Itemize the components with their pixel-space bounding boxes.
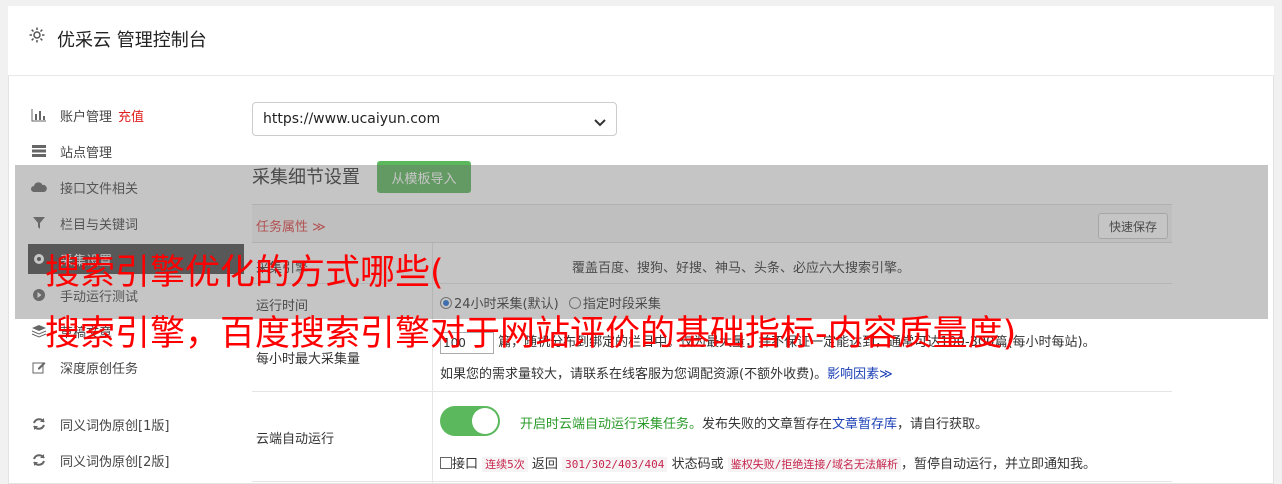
row-divider [252,481,1172,482]
gear-icon [28,26,46,44]
max-count-note: 如果您的需求量较大，请联系在线客服为您调配资源(不额外收费)。 [440,367,828,382]
row-divider [252,391,1172,392]
notify-text-a: 接口 [452,457,479,472]
notify-code-2: 301/302/403/404 [562,457,668,472]
sidebar-item-label: 深度原创任务 [60,361,139,377]
notify-code-3: 鉴权失败/拒绝连接/域名无法解析 [727,457,901,472]
max-count-line2: 如果您的需求量较大，请联系在线客服为您调配资源(不额外收费)。影响因素≫ [440,363,893,382]
sidebar-item-label: 账户管理 [60,109,113,125]
server-icon [30,143,48,159]
notify-code-1: 连续5次 [482,457,528,472]
chevron-down-icon [594,115,606,131]
sidebar-item-sites[interactable]: 站点管理 [30,137,230,165]
recharge-link[interactable]: 充值 [118,106,144,125]
sidebar-item-synonym-v1[interactable]: 同义词伪原创[1版] [30,410,230,438]
cloud-run-label: 云端自动运行 [256,432,335,447]
overlay-banner [15,165,1268,319]
sidebar-item-label: 站点管理 [60,145,113,161]
sidebar-item-label: 同义词伪原创[2版] [60,454,170,470]
cloud-run-end-text: ，请自行获取。 [897,417,989,432]
console-header: 优采云 管理控制台 [8,6,1274,76]
notify-checkbox[interactable] [440,457,452,469]
edit-icon [30,359,48,375]
article-storage-link[interactable]: 文章暂存库 [832,417,897,432]
cloud-run-line2: 接口 连续5次 返回 301/302/403/404 状态码或 鉴权失败/拒绝连… [440,453,1096,472]
influence-factors-link[interactable]: 影响因素≫ [827,367,893,382]
bar-chart-icon [30,107,48,123]
refresh-icon [30,452,48,468]
sidebar-item-deep-original[interactable]: 深度原创任务 [30,353,230,381]
sidebar-item-account[interactable]: 账户管理 充值 [30,101,230,129]
overlay-line-1: 搜索引擎优化的方式哪些( [45,253,444,293]
cloud-run-mid-text: 发布失败的文章暂存在 [702,417,833,432]
notify-text-c: 状态码或 [671,457,724,472]
refresh-icon [30,416,48,432]
cloud-run-toggle[interactable] [440,406,500,436]
site-select-value: https://www.ucaiyun.com [263,111,441,127]
cloud-run-green-text: 开启时云端自动运行采集任务。 [520,417,703,432]
page-title: 优采云 管理控制台 [57,30,207,51]
site-select[interactable]: https://www.ucaiyun.com [252,102,617,136]
notify-text-d: ，暂停自动运行，并立即通知我。 [900,457,1096,472]
notify-text-b: 返回 [531,457,558,472]
sidebar-item-label: 同义词伪原创[1版] [60,418,170,434]
sidebar-item-synonym-v2[interactable]: 同义词伪原创[2版] [30,446,230,474]
cloud-run-line1: 开启时云端自动运行采集任务。发布失败的文章暂存在文章暂存库，请自行获取。 [520,413,988,432]
overlay-line-2: 搜索引擎，百度搜索引擎对于网站评价的基础指标-内容质量度) [45,314,1017,354]
